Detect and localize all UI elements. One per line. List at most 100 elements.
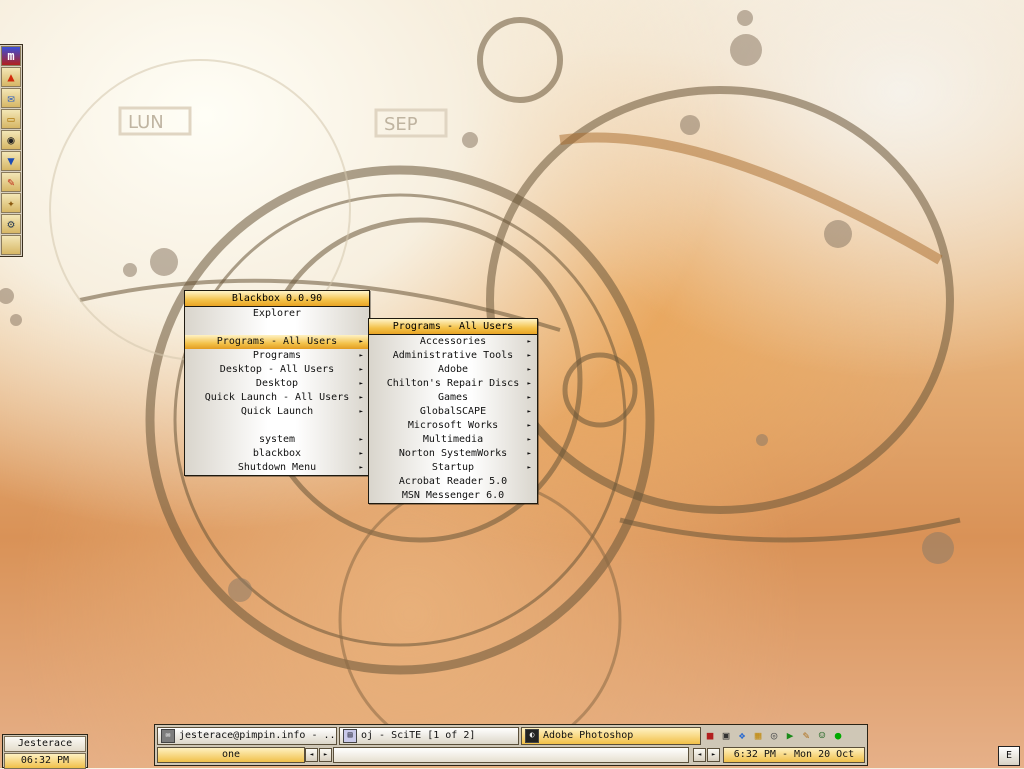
workspace-name[interactable]: one <box>157 747 305 763</box>
menu-item-games[interactable]: Games ► <box>369 391 537 405</box>
menu-item-label: Quick Launch - All Users <box>204 392 350 403</box>
monitor-icon[interactable]: ▦ <box>751 729 765 743</box>
menu-item-accessories[interactable]: Accessories ► <box>369 335 537 349</box>
menu-item-acrobat-reader-5-0[interactable]: Acrobat Reader 5.0 <box>369 475 537 489</box>
menu-item-label: Administrative Tools <box>392 350 514 361</box>
window-next-button[interactable]: ► <box>707 748 720 762</box>
submenu-arrow-icon: ► <box>359 464 363 471</box>
menu-item-label: MSN Messenger 6.0 <box>401 490 505 501</box>
menu-item-adobe[interactable]: Adobe ► <box>369 363 537 377</box>
mail-icon[interactable]: ✉ <box>1 88 21 108</box>
menu-item-label: Shutdown Menu <box>237 462 317 473</box>
menu-item-quick-launch-all-users[interactable]: Quick Launch - All Users ► <box>185 391 369 405</box>
empty-slot[interactable] <box>1 235 21 255</box>
pencil-icon[interactable]: ✎ <box>1 172 21 192</box>
menu-spacer <box>185 419 369 433</box>
workspace-next-button[interactable]: ► <box>319 748 332 762</box>
user-icon[interactable]: ☺ <box>815 729 829 743</box>
menu-item-msn-messenger-6-0[interactable]: MSN Messenger 6.0 <box>369 489 537 503</box>
eye-icon[interactable]: ◉ <box>1 130 21 150</box>
submenu-arrow-icon: ► <box>359 408 363 415</box>
menu-item-desktop-all-users[interactable]: Desktop - All Users ► <box>185 363 369 377</box>
menu-item-label: Programs <box>252 350 302 361</box>
blackbox-root-menu: Blackbox 0.0.90 Explorer Programs - All U… <box>184 290 370 476</box>
menu-item-quick-launch[interactable]: Quick Launch ► <box>185 405 369 419</box>
menu-item-programs-all-users[interactable]: Programs - All Users ► <box>185 335 369 349</box>
task-label: Adobe Photoshop <box>543 730 634 741</box>
submenu-arrow-icon: ► <box>527 394 531 401</box>
submenu-arrow-icon: ► <box>527 380 531 387</box>
submenu-arrow-icon: ► <box>359 436 363 443</box>
menu-item-label: Accessories <box>419 336 487 347</box>
submenu-arrow-icon: ► <box>527 450 531 457</box>
menu-item-globalscape[interactable]: GlobalSCAPE ► <box>369 405 537 419</box>
slit-button[interactable]: E <box>998 746 1020 766</box>
menu-item-desktop[interactable]: Desktop ► <box>185 377 369 391</box>
menu-item-label: Explorer <box>252 308 302 319</box>
menu-item-chilton-s-repair-discs[interactable]: Chilton's Repair Discs ► <box>369 377 537 391</box>
menu-item-explorer[interactable]: Explorer <box>185 307 369 321</box>
tv-icon[interactable]: ▣ <box>719 729 733 743</box>
submenu-title[interactable]: Programs - All Users <box>369 319 537 335</box>
traffic-light-icon[interactable]: ● <box>831 729 845 743</box>
menu-item-label: Programs - All Users <box>216 336 338 347</box>
menu-item-label: Chilton's Repair Discs <box>386 378 520 389</box>
blackbox-toolbar: ✉ jesterace@pimpin.info - ... ▤ oj - Sci… <box>154 724 868 766</box>
window-name-field[interactable] <box>333 747 689 763</box>
menu-item-programs[interactable]: Programs ► <box>185 349 369 363</box>
menu-item-label: Norton SystemWorks <box>398 448 508 459</box>
wrench-icon[interactable]: ✦ <box>1 193 21 213</box>
submenu-arrow-icon: ► <box>359 338 363 345</box>
toolbar-clock[interactable]: 6:32 PM - Mon 20 Oct <box>723 747 865 763</box>
task-button-scite[interactable]: ▤ oj - SciTE [1 of 2] <box>339 727 519 745</box>
workspace-row: one ◄ ► ◄ ► 6:32 PM - Mon 20 Oct <box>157 747 865 763</box>
menu-spacer <box>185 321 369 335</box>
submenu-arrow-icon: ► <box>527 338 531 345</box>
submenu-arrow-icon: ► <box>359 394 363 401</box>
filter-icon[interactable]: ▼ <box>1 151 21 171</box>
root-menu-title[interactable]: Blackbox 0.0.90 <box>185 291 369 307</box>
media-icon[interactable]: ▶ <box>783 729 797 743</box>
submenu-arrow-icon: ► <box>527 352 531 359</box>
folder-icon[interactable]: ▭ <box>1 109 21 129</box>
task-button-mail[interactable]: ✉ jesterace@pimpin.info - ... <box>157 727 337 745</box>
submenu-arrow-icon: ► <box>527 366 531 373</box>
username-label: Jesterace <box>4 736 86 752</box>
task-label: jesterace@pimpin.info - ... <box>179 730 337 741</box>
menu-item-shutdown-menu[interactable]: Shutdown Menu ► <box>185 461 369 475</box>
app-m-icon[interactable]: m <box>1 46 21 66</box>
menu-item-label: Desktop - All Users <box>219 364 335 375</box>
menu-item-label: Desktop <box>255 378 299 389</box>
submenu-arrow-icon: ► <box>527 436 531 443</box>
menu-item-administrative-tools[interactable]: Administrative Tools ► <box>369 349 537 363</box>
flame-icon[interactable]: ▲ <box>1 67 21 87</box>
task-label: oj - SciTE [1 of 2] <box>361 730 476 741</box>
menu-item-label: Multimedia <box>422 434 484 445</box>
menu-item-multimedia[interactable]: Multimedia ► <box>369 433 537 447</box>
launcher-dock: m ▲ ✉ ▭ ◉ ▼ ✎ ✦ ⚙ <box>0 44 23 257</box>
menu-item-label: Quick Launch <box>240 406 314 417</box>
network-icon[interactable]: ❖ <box>735 729 749 743</box>
workspace-prev-button[interactable]: ◄ <box>305 748 318 762</box>
menu-item-label: Acrobat Reader 5.0 <box>398 476 508 487</box>
menu-item-norton-systemworks[interactable]: Norton SystemWorks ► <box>369 447 537 461</box>
submenu-arrow-icon: ► <box>359 352 363 359</box>
user-clock-box: Jesterace 06:32 PM <box>2 734 88 769</box>
menu-item-blackbox[interactable]: blackbox ► <box>185 447 369 461</box>
messenger-icon[interactable]: ■ <box>703 729 717 743</box>
system-tray: ■ ▣ ❖ ▦ ◎ ▶ ✎ ☺ ● <box>703 727 865 745</box>
menu-item-microsoft-works[interactable]: Microsoft Works ► <box>369 419 537 433</box>
menu-item-label: blackbox <box>252 448 302 459</box>
menu-item-startup[interactable]: Startup ► <box>369 461 537 475</box>
scite-icon: ▤ <box>343 729 357 743</box>
cd-icon[interactable]: ◎ <box>767 729 781 743</box>
clock-time[interactable]: 06:32 PM <box>4 753 86 769</box>
svg-text:SEP: SEP <box>384 114 418 135</box>
menu-item-system[interactable]: system ► <box>185 433 369 447</box>
task-button-photoshop[interactable]: ◐ Adobe Photoshop <box>521 727 701 745</box>
submenu-arrow-icon: ► <box>527 408 531 415</box>
menu-item-label: Microsoft Works <box>407 420 499 431</box>
pencil-icon[interactable]: ✎ <box>799 729 813 743</box>
window-prev-button[interactable]: ◄ <box>693 748 706 762</box>
tools-icon[interactable]: ⚙ <box>1 214 21 234</box>
